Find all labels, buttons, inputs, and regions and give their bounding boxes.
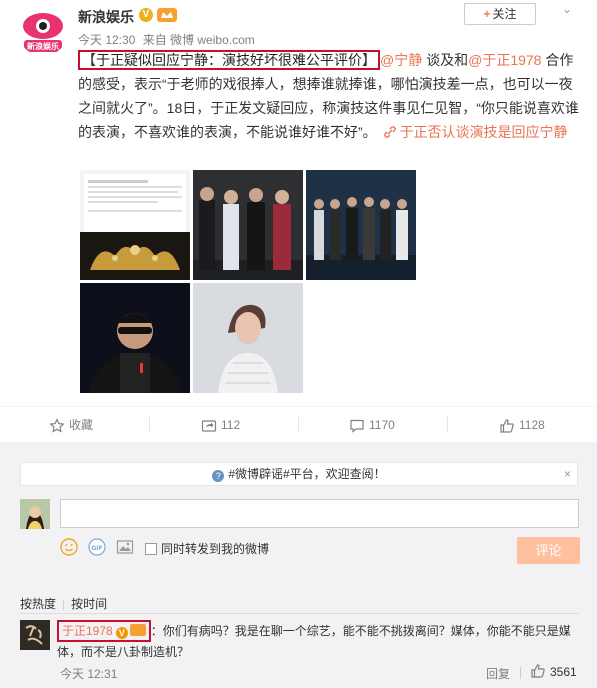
follow-label: 关注	[492, 7, 517, 21]
sync-forward-label: 同时转发到我的微博	[161, 542, 270, 556]
mention-ningjing[interactable]: @宁静	[380, 52, 422, 68]
comment-body: 于正1978 V ：你们有病吗？我是在聊一个综艺，能不能不挑拨离间？媒体，你能不能只…	[57, 620, 579, 663]
submit-comment-button[interactable]: 评论	[517, 537, 580, 564]
gif-icon[interactable]: GIF	[88, 538, 106, 559]
follow-button[interactable]: + 关注	[464, 3, 536, 25]
commenter-highlight-box: 于正1978 V	[57, 620, 151, 642]
more-options-chevron-icon[interactable]: ⌄	[562, 2, 572, 16]
gif-label: GIF	[91, 545, 102, 552]
checkbox-icon[interactable]	[145, 543, 157, 555]
rumor-notice-banner[interactable]: ? #微博辟谣#平台，欢迎查阅！ ×	[20, 462, 578, 486]
reply-button[interactable]: 回复	[486, 665, 510, 682]
thumbs-up-icon	[531, 664, 545, 678]
post-action-bar: 收藏 112 1170 1128	[0, 406, 597, 444]
comment-like-count: 3561	[550, 665, 577, 679]
post-image-4[interactable]	[80, 283, 190, 393]
commenter-name[interactable]: 于正1978	[62, 624, 113, 638]
comment-like-button[interactable]: 3561	[530, 663, 577, 679]
post-source[interactable]: 来自 微博 weibo.com	[143, 33, 255, 47]
sort-divider-line	[20, 613, 579, 614]
vip-member-icon	[157, 8, 177, 22]
commenter-avatar[interactable]	[20, 620, 50, 650]
action-divider	[149, 417, 150, 433]
verified-v-icon: V	[115, 627, 128, 639]
forward-action[interactable]: 112	[201, 407, 240, 443]
like-action[interactable]: 1128	[499, 407, 545, 443]
mention-yuzheng[interactable]: @于正1978	[468, 52, 541, 68]
post-image-2[interactable]	[193, 170, 303, 280]
action-divider	[298, 417, 299, 433]
weibo-post-card: 新浪娱乐 新浪娱乐 V + 关注 ⌄ 今天 12:30 来自 微博 weibo.c…	[0, 0, 597, 405]
sort-by-time-tab[interactable]: 按时间	[71, 597, 107, 611]
comment-icon	[350, 419, 364, 433]
favorite-label: 收藏	[69, 418, 94, 432]
headline-bracket-close: 】	[362, 52, 376, 68]
current-user-avatar[interactable]	[20, 499, 50, 529]
comment-sort-tabs: 按热度 | 按时间	[20, 595, 107, 612]
post-meta: 今天 12:30 来自 微博 weibo.com	[78, 31, 259, 48]
notice-text: #微博辟谣#平台，欢迎查阅！	[228, 467, 386, 481]
post-text: 【于正疑似回应宁静：演技好坏很难公平评价】 @宁静 谈及和@于正1978 合作的感…	[78, 48, 583, 144]
sort-by-hot-tab[interactable]: 按热度	[20, 597, 56, 611]
favorite-action[interactable]: 收藏	[49, 407, 93, 443]
verified-v-icon: V	[139, 8, 153, 22]
sort-divider: |	[62, 597, 66, 611]
close-icon[interactable]: ×	[564, 463, 571, 485]
topic-link[interactable]: 于正否认谈演技是回应宁静	[381, 124, 568, 140]
post-image-5[interactable]	[193, 283, 303, 393]
topic-link-label: 于正否认谈演技是回应宁静	[399, 124, 568, 140]
author-avatar[interactable]: 新浪娱乐	[18, 6, 68, 56]
sync-forward-checkbox[interactable]: 同时转发到我的微博	[145, 540, 269, 557]
comment-colon: ：	[150, 624, 163, 638]
question-icon: ?	[212, 470, 225, 482]
post-image-3[interactable]	[306, 170, 416, 280]
avatar-logo-text: 新浪娱乐	[27, 41, 59, 51]
headline-highlight-box: 【于正疑似回应宁静：演技好坏很难公平评价】	[78, 50, 380, 70]
comment-count: 1170	[369, 418, 395, 432]
post-headline: 于正疑似回应宁静：演技好坏很难公平评价	[96, 52, 362, 70]
like-count: 1128	[519, 418, 545, 432]
action-divider	[447, 417, 448, 433]
comment-action-divider	[520, 667, 521, 679]
post-time[interactable]: 今天 12:30	[78, 33, 135, 47]
forward-icon	[201, 420, 217, 432]
comment-time: 今天 12:31	[60, 667, 118, 681]
post-text-part-1: 谈及和	[422, 52, 469, 68]
headline-bracket-open: 【	[82, 52, 96, 68]
comment-action[interactable]: 1170	[349, 407, 395, 443]
author-name[interactable]: 新浪娱乐	[78, 7, 134, 27]
forward-count: 112	[221, 418, 241, 432]
image-upload-icon[interactable]	[116, 538, 134, 559]
star-icon	[49, 417, 65, 433]
vip-member-icon	[129, 624, 146, 636]
thumbs-up-icon	[500, 419, 514, 433]
comment-input[interactable]	[60, 499, 579, 528]
plus-icon: +	[483, 7, 491, 21]
post-image-1[interactable]	[80, 170, 190, 280]
link-icon	[383, 126, 396, 138]
emoji-icon[interactable]	[60, 538, 78, 559]
